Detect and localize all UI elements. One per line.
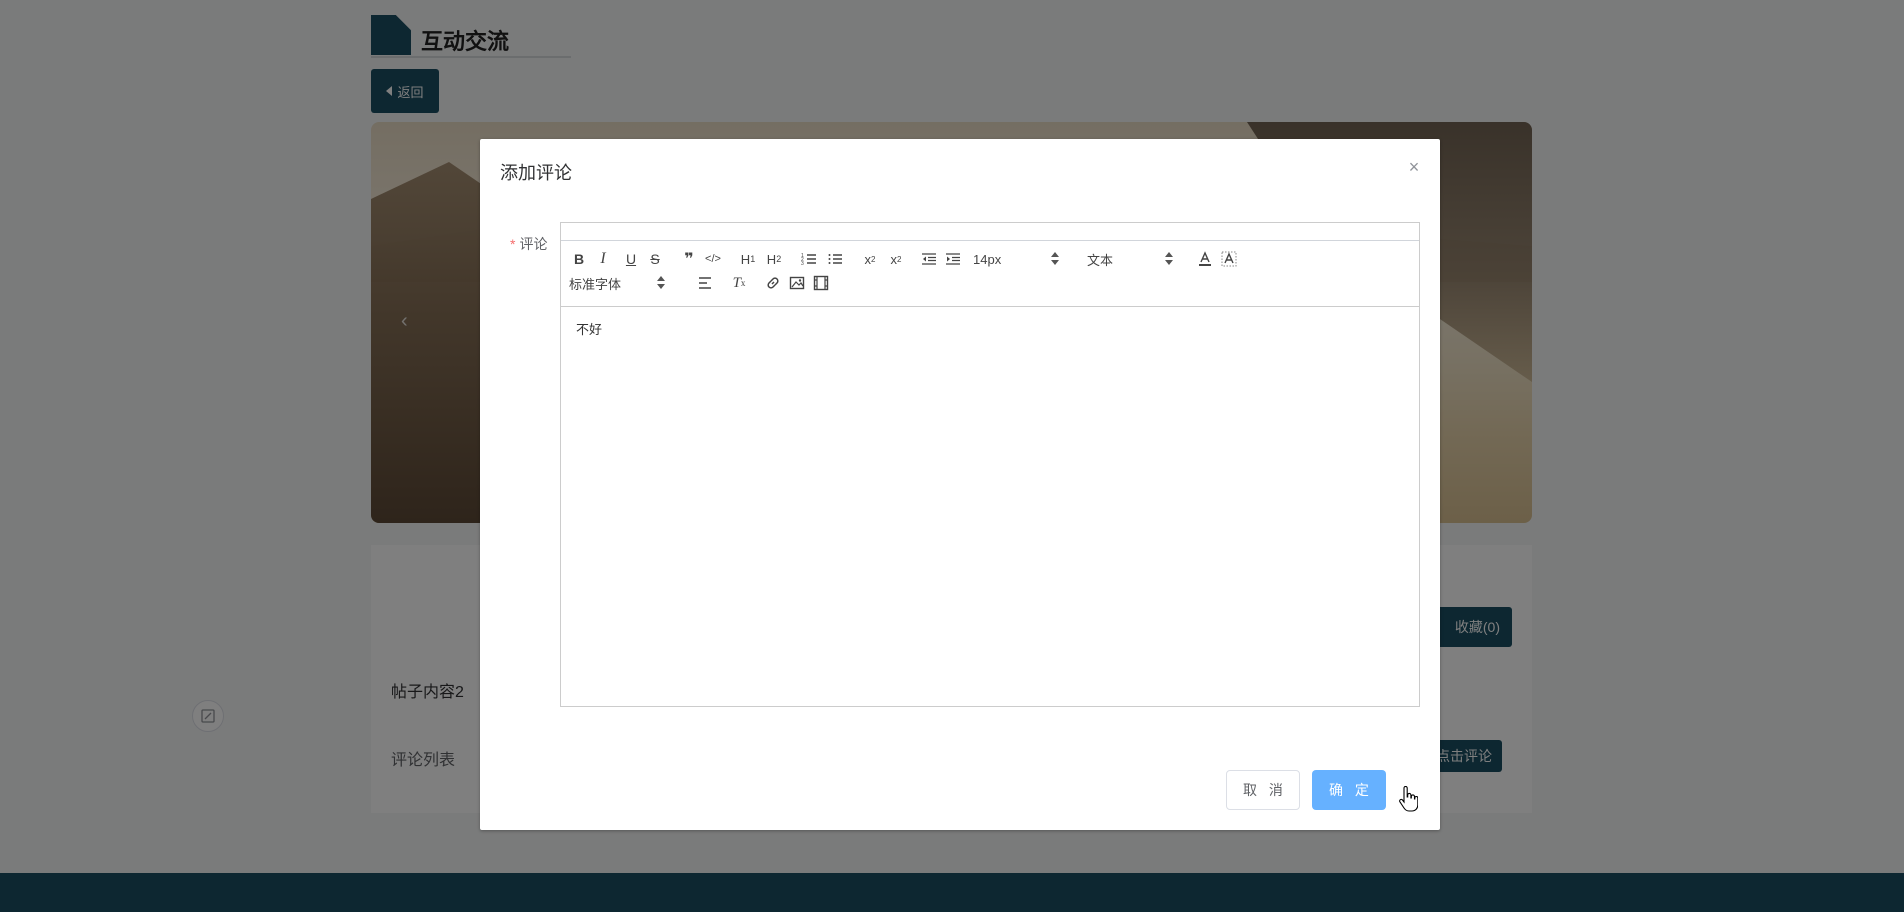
clear-format-icon[interactable]: Tx xyxy=(729,271,749,295)
strike-icon[interactable]: S xyxy=(645,247,665,271)
comment-label-text: 评论 xyxy=(519,236,548,252)
svg-text:3: 3 xyxy=(801,261,804,267)
header-select[interactable]: 文本 xyxy=(1087,247,1173,271)
add-comment-dialog: 添加评论 × * 评论 B I U S ❞ </> H1 H2 123 x2 x… xyxy=(480,139,1440,830)
font-family-value: 标准字体 xyxy=(569,276,622,292)
header2-icon[interactable]: H2 xyxy=(763,247,785,271)
confirm-button[interactable]: 确 定 xyxy=(1312,770,1386,810)
font-size-select[interactable]: 14px xyxy=(973,247,1059,271)
superscript-icon[interactable]: x2 xyxy=(885,247,907,271)
link-icon[interactable] xyxy=(763,271,783,295)
editor-top-strip xyxy=(561,223,1419,241)
toolbar-row-1: B I U S ❞ </> H1 H2 123 x2 x2 14px 文本 xyxy=(569,247,1411,271)
font-family-select[interactable]: 标准字体 xyxy=(569,271,665,295)
close-icon[interactable]: × xyxy=(1406,158,1422,176)
editor-text: 不好 xyxy=(576,322,603,337)
toolbar-row-2: 标准字体 Tx xyxy=(569,271,1411,295)
rich-text-editor: B I U S ❞ </> H1 H2 123 x2 x2 14px 文本 标准… xyxy=(560,222,1420,707)
bold-icon[interactable]: B xyxy=(569,247,589,271)
editor-content-area[interactable]: 不好 xyxy=(561,307,1419,706)
indent-icon[interactable] xyxy=(943,247,963,271)
code-block-icon[interactable]: </> xyxy=(703,247,723,271)
bullet-list-icon[interactable] xyxy=(825,247,845,271)
header1-icon[interactable]: H1 xyxy=(737,247,759,271)
font-color-icon[interactable] xyxy=(1195,247,1215,271)
font-size-value: 14px xyxy=(973,251,1002,267)
select-arrows-icon xyxy=(1165,252,1173,266)
background-color-icon[interactable] xyxy=(1219,247,1239,271)
dialog-footer: 取 消 确 定 xyxy=(1226,770,1386,810)
comment-field-label: * 评论 xyxy=(510,234,547,254)
outdent-icon[interactable] xyxy=(919,247,939,271)
italic-icon[interactable]: I xyxy=(593,247,613,271)
select-arrows-icon xyxy=(657,276,665,290)
underline-icon[interactable]: U xyxy=(621,247,641,271)
dialog-title: 添加评论 xyxy=(500,163,572,183)
required-star: * xyxy=(510,236,516,252)
align-left-icon[interactable] xyxy=(695,271,715,295)
subscript-icon[interactable]: x2 xyxy=(859,247,881,271)
video-icon[interactable] xyxy=(811,271,831,295)
image-icon[interactable] xyxy=(787,271,807,295)
blockquote-icon[interactable]: ❞ xyxy=(679,247,699,271)
header-value: 文本 xyxy=(1087,252,1114,268)
editor-toolbar: B I U S ❞ </> H1 H2 123 x2 x2 14px 文本 标准… xyxy=(561,241,1419,307)
cancel-button[interactable]: 取 消 xyxy=(1226,770,1300,810)
hand-cursor-icon xyxy=(1399,786,1418,812)
select-arrows-icon xyxy=(1051,252,1059,266)
ordered-list-icon[interactable]: 123 xyxy=(799,247,819,271)
